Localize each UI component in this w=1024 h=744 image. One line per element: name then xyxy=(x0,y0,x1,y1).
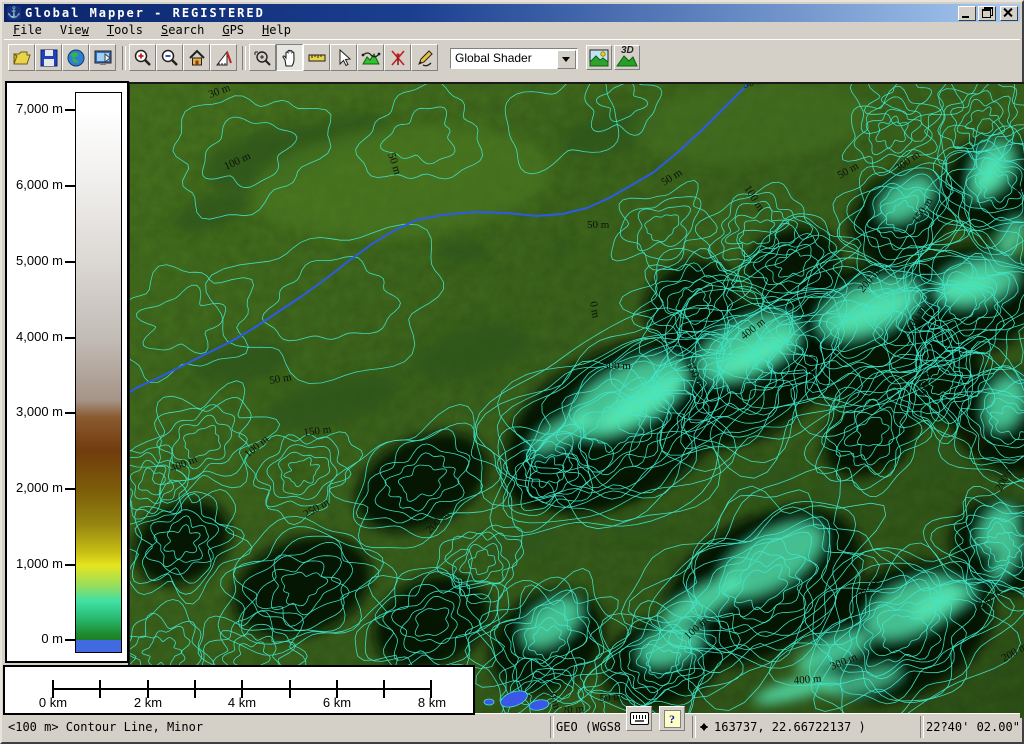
path-profile-button[interactable] xyxy=(357,44,384,71)
zoom-out-icon xyxy=(160,48,180,68)
zoom-tool-icon xyxy=(253,48,273,68)
hand-icon xyxy=(280,48,300,68)
contour-label: 50 m xyxy=(587,219,610,231)
scale-tick xyxy=(289,680,291,698)
app-icon: ⚓ xyxy=(7,6,21,20)
close-button[interactable] xyxy=(1000,6,1018,21)
contour-label: 400 m xyxy=(793,673,822,687)
chevron-down-icon[interactable] xyxy=(557,50,576,69)
zoom-out-button[interactable] xyxy=(156,44,183,71)
close-icon xyxy=(1003,8,1013,17)
zoom-tool-button[interactable] xyxy=(249,44,276,71)
terrain-profile-icon xyxy=(361,48,381,68)
open-folder-icon xyxy=(12,48,32,68)
legend-tick-label: 0 m xyxy=(11,631,63,647)
scale-label: 2 km xyxy=(118,695,178,710)
legend-tick-label: 4,000 m xyxy=(11,329,63,345)
menu-view[interactable]: View xyxy=(51,22,98,38)
pan-tool-button[interactable] xyxy=(276,44,303,71)
map-canvas[interactable]: 30 m100 m50 m50 m50 m50 m100 m50 m300 m4… xyxy=(130,84,1024,718)
toolbar-separator xyxy=(122,46,126,70)
pick-tool-button[interactable] xyxy=(330,44,357,71)
monitor-icon xyxy=(93,48,113,68)
status-bar: <100 m> Contour Line, Minor GEO (WGS8< ?… xyxy=(4,713,1020,740)
save-button[interactable] xyxy=(35,44,62,71)
legend-tick-label: 2,000 m xyxy=(11,480,63,496)
download-online-data-button[interactable] xyxy=(62,44,89,71)
help-icon: ? xyxy=(664,710,681,728)
ruler-icon xyxy=(307,48,327,68)
content-area: 30 m100 m50 m50 m50 m50 m100 m50 m300 m4… xyxy=(4,76,1020,714)
full-view-button[interactable] xyxy=(183,44,210,71)
globe-icon xyxy=(66,48,86,68)
legend-tick-label: 1,000 m xyxy=(11,556,63,572)
contour-label: 100 m xyxy=(805,348,818,377)
menu-gps[interactable]: GPS xyxy=(213,22,253,38)
legend-tick-label: 7,000 m xyxy=(11,101,63,117)
antenna-icon xyxy=(388,48,408,68)
toolbar: Global Shader 3D xyxy=(4,39,1020,77)
map-view[interactable]: 30 m100 m50 m50 m50 m50 m100 m50 m300 m4… xyxy=(128,82,1024,718)
digitizer-tool-button[interactable] xyxy=(411,44,438,71)
menu-search[interactable]: Search xyxy=(152,22,213,38)
app-window: ⚓ Global Mapper - REGISTERED File View T… xyxy=(0,0,1024,744)
scale-label: 8 km xyxy=(402,695,462,710)
minimize-icon xyxy=(962,16,969,18)
scale-tick xyxy=(383,680,385,698)
measure-tool-button[interactable] xyxy=(303,44,330,71)
restore-button[interactable] xyxy=(978,6,996,21)
title-bar[interactable]: ⚓ Global Mapper - REGISTERED xyxy=(4,4,1020,22)
scale-label: 0 km xyxy=(23,695,83,710)
open-file-button[interactable] xyxy=(8,44,35,71)
scale-ruler-icon xyxy=(214,48,234,68)
home-icon xyxy=(187,48,207,68)
view-3d-button[interactable]: 3D xyxy=(614,45,640,70)
show-images-button[interactable] xyxy=(586,45,612,70)
screen-capture-button[interactable] xyxy=(89,44,116,71)
water-body xyxy=(484,699,494,705)
help-button[interactable]: ? xyxy=(659,706,685,731)
spinner-down-icon[interactable] xyxy=(700,726,708,735)
elevation-legend: 7,000 m 6,000 m 5,000 m 4,000 m 3,000 m … xyxy=(5,81,129,663)
keyboard-icon xyxy=(630,712,649,725)
menu-bar: File View Tools Search GPS Help xyxy=(4,22,1020,38)
elevation-gradient-bar xyxy=(75,92,122,653)
minimize-button[interactable] xyxy=(958,6,976,21)
menu-tools[interactable]: Tools xyxy=(98,22,152,38)
scale-bar: 0 km 2 km 4 km 6 km 8 km xyxy=(3,665,475,715)
menu-file[interactable]: File xyxy=(4,22,51,38)
zoom-in-button[interactable] xyxy=(129,44,156,71)
coordinate-spinner[interactable] xyxy=(698,716,710,738)
picture-icon xyxy=(589,49,609,67)
shader-dropdown-value: Global Shader xyxy=(455,51,532,65)
legend-tick-label: 3,000 m xyxy=(11,404,63,420)
scale-label: 6 km xyxy=(307,695,367,710)
legend-tick-label: 5,000 m xyxy=(11,253,63,269)
window-title: Global Mapper - REGISTERED xyxy=(25,6,265,20)
scale-tick xyxy=(194,680,196,698)
zoom-in-icon xyxy=(133,48,153,68)
status-projection: GEO (WGS8< xyxy=(556,720,620,734)
scale-tick xyxy=(99,680,101,698)
save-floppy-icon xyxy=(39,48,59,68)
legend-tick-label: 6,000 m xyxy=(11,177,63,193)
menu-help[interactable]: Help xyxy=(253,22,300,38)
keyboard-button[interactable] xyxy=(626,706,652,731)
contour-label: 400 xyxy=(1014,183,1024,195)
zoom-to-scale-button[interactable] xyxy=(210,44,237,71)
global-mapper-window: { "window": { "title": "Global Mapper - … xyxy=(0,0,1024,744)
scale-label: 4 km xyxy=(212,695,272,710)
pencil-icon xyxy=(415,48,435,68)
shader-dropdown[interactable]: Global Shader xyxy=(450,48,578,69)
contour-label: 500 m xyxy=(603,360,631,372)
status-feature-info: <100 m> Contour Line, Minor xyxy=(8,720,203,734)
cursor-arrow-icon xyxy=(334,48,354,68)
status-coords-dms: 22?40' 02.00" N, 114?22' 17.89" E xyxy=(926,720,1024,734)
toolbar-separator xyxy=(242,46,246,70)
view-shed-button[interactable] xyxy=(384,44,411,71)
status-coords-decimal: 163737, 22.66722137 ) xyxy=(714,720,866,734)
view-3d-label: 3D xyxy=(621,45,634,56)
